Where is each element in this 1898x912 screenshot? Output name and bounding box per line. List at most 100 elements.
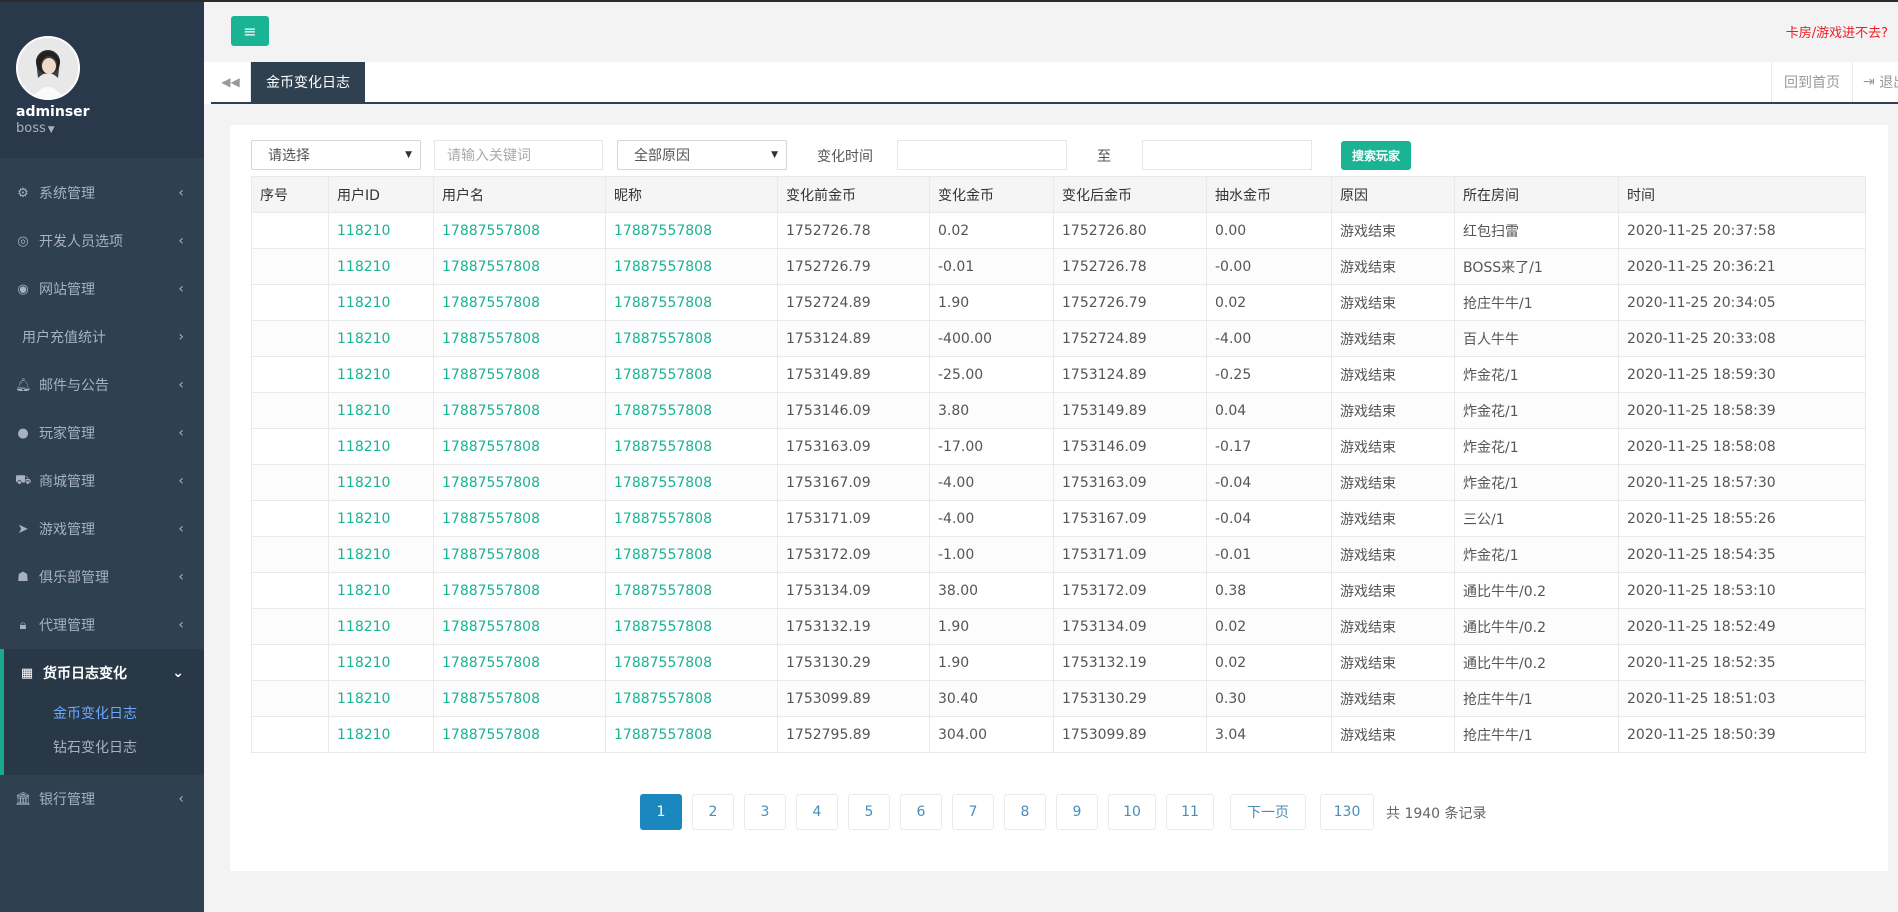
page-button-7[interactable]: 7 [952,794,994,830]
exit-button[interactable]: ⇥ 退出 [1852,62,1898,102]
sidebar-item-shop[interactable]: ⛟ 商城管理 ‹ [0,457,204,505]
tab-gold-log[interactable]: 金币变化日志 [251,62,365,102]
cell-nickname[interactable]: 17887557808 [605,680,778,717]
cell-user-id[interactable]: 118210 [328,644,434,681]
cell-user-id[interactable]: 118210 [328,680,434,717]
submenu-item-diamond-log[interactable]: 钻石变化日志 [53,737,137,757]
sidebar-item-website[interactable]: ◉ 网站管理 ‹ [0,265,204,313]
cell-user-id[interactable]: 118210 [328,464,434,501]
page-button-5[interactable]: 5 [848,794,890,830]
cell-username[interactable]: 17887557808 [433,464,606,501]
col-header-gold-after[interactable]: 变化后金币 [1053,176,1207,213]
cell-nickname[interactable]: 17887557808 [605,356,778,393]
cell-nickname[interactable]: 17887557808 [605,716,778,753]
cell-nickname[interactable]: 17887557808 [605,464,778,501]
cell-user-id[interactable]: 118210 [328,212,434,249]
sidebar-item-clubs[interactable]: ☗ 俱乐部管理 ‹ [0,553,204,601]
reason-select[interactable]: 全部原因 ▼ [617,140,787,170]
sidebar-item-games[interactable]: ➤ 游戏管理 ‹ [0,505,204,553]
cell-nickname[interactable]: 17887557808 [605,212,778,249]
page-button-9[interactable]: 9 [1056,794,1098,830]
cell-user-id[interactable]: 118210 [328,356,434,393]
search-player-button[interactable]: 搜索玩家 [1341,141,1411,170]
sidebar-item-system[interactable]: ⚙ 系统管理 ‹ [0,169,204,217]
cell-username[interactable]: 17887557808 [433,248,606,285]
cell-user-id[interactable]: 118210 [328,392,434,429]
field-select[interactable]: 请选择 ▼ [251,140,421,170]
cell-username[interactable]: 17887557808 [433,392,606,429]
cell-user-id[interactable]: 118210 [328,428,434,465]
sidebar-item-agents[interactable]: 🔒︎ 代理管理 ‹ [0,601,204,649]
keyword-input[interactable]: 请输入关键词 [434,140,603,170]
sidebar-item-label: 货币日志变化 [43,666,127,682]
cell-user-id[interactable]: 118210 [328,500,434,537]
sidebar-item-bank[interactable]: 🏛︎ 银行管理 ‹ [0,775,204,823]
cell-nickname[interactable]: 17887557808 [605,392,778,429]
cell-nickname[interactable]: 17887557808 [605,608,778,645]
menu-toggle-button[interactable]: ≡ [231,16,269,46]
next-page-button[interactable]: 下一页 [1230,794,1306,830]
col-header-index[interactable]: 序号 [251,176,329,213]
page-button-2[interactable]: 2 [692,794,734,830]
cell-username[interactable]: 17887557808 [433,608,606,645]
col-header-room[interactable]: 所在房间 [1454,176,1619,213]
cell-username[interactable]: 17887557808 [433,428,606,465]
col-header-reason[interactable]: 原因 [1331,176,1455,213]
col-header-gold-change[interactable]: 变化金币 [929,176,1054,213]
page-button-10[interactable]: 10 [1108,794,1156,830]
sidebar-item-players[interactable]: ● 玩家管理 ‹ [0,409,204,457]
cell-user-id[interactable]: 118210 [328,716,434,753]
cell-gold-after: 1753134.09 [1053,608,1207,645]
cell-user-id[interactable]: 118210 [328,608,434,645]
col-header-username[interactable]: 用户名 [433,176,606,213]
cell-user-id[interactable]: 118210 [328,536,434,573]
cell-username[interactable]: 17887557808 [433,212,606,249]
cell-username[interactable]: 17887557808 [433,536,606,573]
cell-user-id[interactable]: 118210 [328,572,434,609]
page-button-1[interactable]: 1 [640,794,682,830]
cell-username[interactable]: 17887557808 [433,356,606,393]
cell-nickname[interactable]: 17887557808 [605,536,778,573]
cell-user-id[interactable]: 118210 [328,284,434,321]
cell-username[interactable]: 17887557808 [433,644,606,681]
end-time-input[interactable] [1142,140,1312,170]
page-button-6[interactable]: 6 [900,794,942,830]
cell-username[interactable]: 17887557808 [433,716,606,753]
submenu-item-gold-log[interactable]: 金币变化日志 [53,703,137,723]
col-header-nickname[interactable]: 昵称 [605,176,778,213]
page-button-8[interactable]: 8 [1004,794,1046,830]
cell-user-id[interactable]: 118210 [328,248,434,285]
page-button-11[interactable]: 11 [1166,794,1214,830]
last-page-button[interactable]: 130 [1320,794,1374,830]
avatar[interactable] [16,36,80,100]
page-button-3[interactable]: 3 [744,794,786,830]
cell-username[interactable]: 17887557808 [433,284,606,321]
sidebar-item-recharge-stats[interactable]: 用户充值统计 › [0,313,204,361]
cell-nickname[interactable]: 17887557808 [605,500,778,537]
cell-username[interactable]: 17887557808 [433,500,606,537]
col-header-time[interactable]: 时间 [1618,176,1866,213]
col-header-gold-before[interactable]: 变化前金币 [777,176,930,213]
col-header-rake[interactable]: 抽水金币 [1206,176,1332,213]
cell-nickname[interactable]: 17887557808 [605,572,778,609]
sidebar-item-developer[interactable]: ◎ 开发人员选项 ‹ [0,217,204,265]
col-header-user-id[interactable]: 用户ID [328,176,434,213]
cell-nickname[interactable]: 17887557808 [605,284,778,321]
user-role-dropdown[interactable]: boss ▼ [16,121,55,136]
cell-username[interactable]: 17887557808 [433,572,606,609]
page-button-4[interactable]: 4 [796,794,838,830]
sidebar-item-currency-log[interactable]: ▦ 货币日志变化 ⌄ [0,649,204,697]
start-time-input[interactable] [897,140,1067,170]
cell-user-id[interactable]: 118210 [328,320,434,357]
cell-nickname[interactable]: 17887557808 [605,644,778,681]
tab-scroll-left-button[interactable]: ◀◀ [211,62,251,102]
cell-nickname[interactable]: 17887557808 [605,428,778,465]
cell-username[interactable]: 17887557808 [433,680,606,717]
sidebar-item-mail[interactable]: 🔔︎ 邮件与公告 ‹ [0,361,204,409]
cell-username[interactable]: 17887557808 [433,320,606,357]
cell-nickname[interactable]: 17887557808 [605,320,778,357]
back-home-button[interactable]: 回到首页 [1771,62,1852,102]
room-stuck-link[interactable]: 卡房/游戏进不去? [1786,22,1888,41]
cell-nickname[interactable]: 17887557808 [605,248,778,285]
cell-rake: -0.17 [1206,428,1332,465]
